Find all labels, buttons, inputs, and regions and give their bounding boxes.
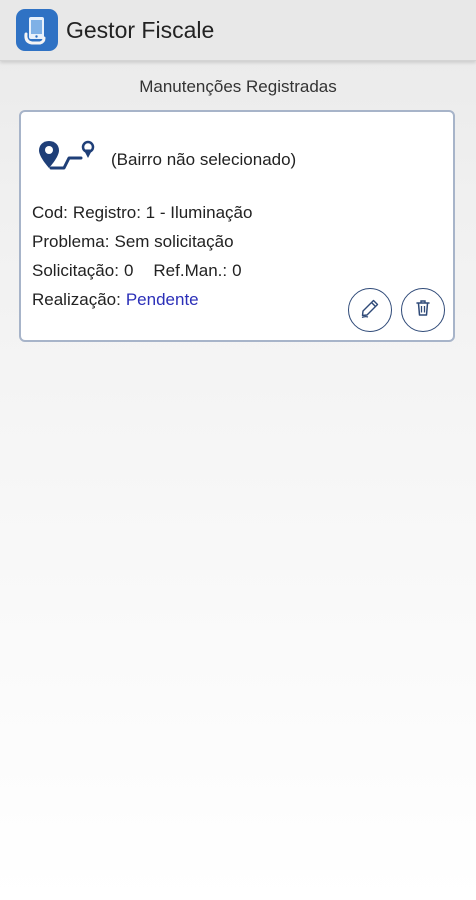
route-pin-icon: [37, 138, 99, 179]
solicitacao-label: Solicitação:: [32, 261, 119, 280]
edit-button[interactable]: [348, 288, 392, 332]
app-bar: Gestor Fiscale: [0, 0, 476, 61]
pencil-icon: [359, 297, 381, 324]
refman-label: Ref.Man.:: [153, 261, 228, 280]
problema-row: Problema: Sem solicitação: [32, 232, 234, 252]
bairro-text: (Bairro não selecionado): [111, 150, 297, 169]
maintenance-card[interactable]: (Bairro não selecionado) Cod: Registro: 1…: [19, 110, 455, 342]
solicitacao-value: 0: [123, 261, 134, 280]
app-logo-icon: [16, 9, 58, 51]
problema-label: Problema:: [32, 232, 110, 251]
refman-value: 0: [232, 261, 242, 280]
section-title: Manutenções Registradas: [139, 77, 337, 96]
realizacao-row: Realização: Pendente: [32, 290, 199, 310]
realizacao-label: Realização:: [32, 290, 121, 309]
solicitacao-row: Solicitação: 0 Ref.Man.: 0: [32, 261, 242, 281]
realizacao-status: Pendente: [125, 290, 199, 309]
trash-icon: [413, 298, 433, 323]
cod-row: Cod: Registro: 1 - Iluminação: [32, 203, 252, 223]
cod-label: Cod:: [32, 203, 68, 222]
delete-button[interactable]: [401, 288, 445, 332]
problema-value: Sem solicitação: [114, 232, 234, 251]
cod-value: Registro: 1 - Iluminação: [72, 203, 253, 222]
app-title: Gestor Fiscale: [66, 16, 215, 43]
